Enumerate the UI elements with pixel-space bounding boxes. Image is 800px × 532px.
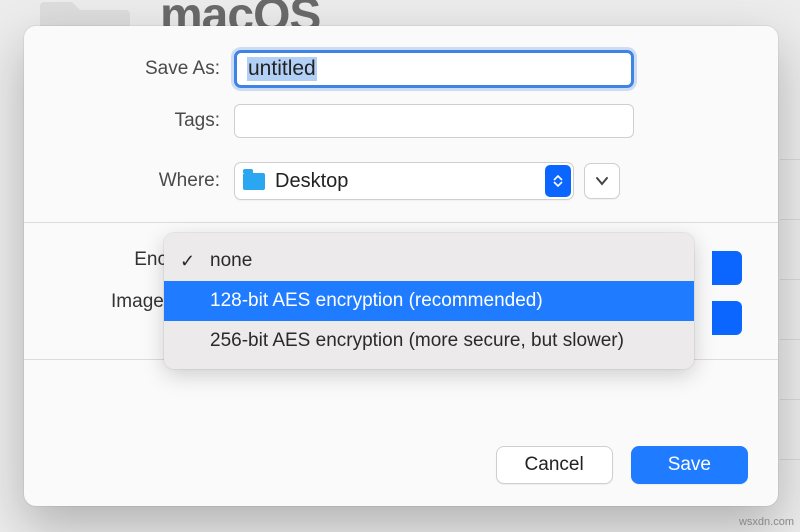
where-location: Desktop <box>275 170 348 193</box>
dialog-footer: Cancel Save <box>24 428 778 506</box>
folder-icon <box>243 173 265 190</box>
button-label: Cancel <box>525 454 584 476</box>
encryption-menu: ✓ none 128-bit AES encryption (recommend… <box>164 233 694 369</box>
expand-button[interactable] <box>584 163 620 199</box>
save-dialog-top: Save As: untitled Tags: Where: Desktop <box>24 26 778 222</box>
save-dialog-middle: Encryption Image Forma ✓ none 128-bit AE… <box>24 223 778 359</box>
tags-row: Tags: <box>84 104 718 138</box>
encryption-option-none[interactable]: ✓ none <box>164 241 694 281</box>
where-select[interactable]: Desktop <box>234 162 574 200</box>
cancel-button[interactable]: Cancel <box>496 446 613 484</box>
encryption-option-256bit[interactable]: 256-bit AES encryption (more secure, but… <box>164 321 694 361</box>
menu-item-label: 128-bit AES encryption (recommended) <box>210 290 543 312</box>
where-row: Where: Desktop <box>84 162 718 200</box>
imageformat-select-edge <box>712 301 742 335</box>
saveas-value: untitled <box>247 57 317 81</box>
saveas-row: Save As: untitled <box>84 50 718 88</box>
saveas-label: Save As: <box>84 58 234 80</box>
encryption-select-edge <box>712 251 742 285</box>
updown-stepper-icon <box>545 165 571 197</box>
button-label: Save <box>668 454 711 476</box>
tags-input[interactable] <box>234 104 634 138</box>
background-grid <box>780 100 800 520</box>
checkmark-icon: ✓ <box>180 251 195 272</box>
saveas-input[interactable]: untitled <box>234 50 634 88</box>
save-dialog: Save As: untitled Tags: Where: Desktop <box>24 26 778 506</box>
tags-label: Tags: <box>84 110 234 132</box>
chevron-down-icon <box>595 176 609 186</box>
watermark: wsxdn.com <box>739 516 794 528</box>
where-label: Where: <box>84 170 234 192</box>
menu-item-label: 256-bit AES encryption (more secure, but… <box>210 330 624 352</box>
save-button[interactable]: Save <box>631 446 748 484</box>
menu-item-label: none <box>210 250 252 272</box>
encryption-option-128bit[interactable]: 128-bit AES encryption (recommended) <box>164 281 694 321</box>
